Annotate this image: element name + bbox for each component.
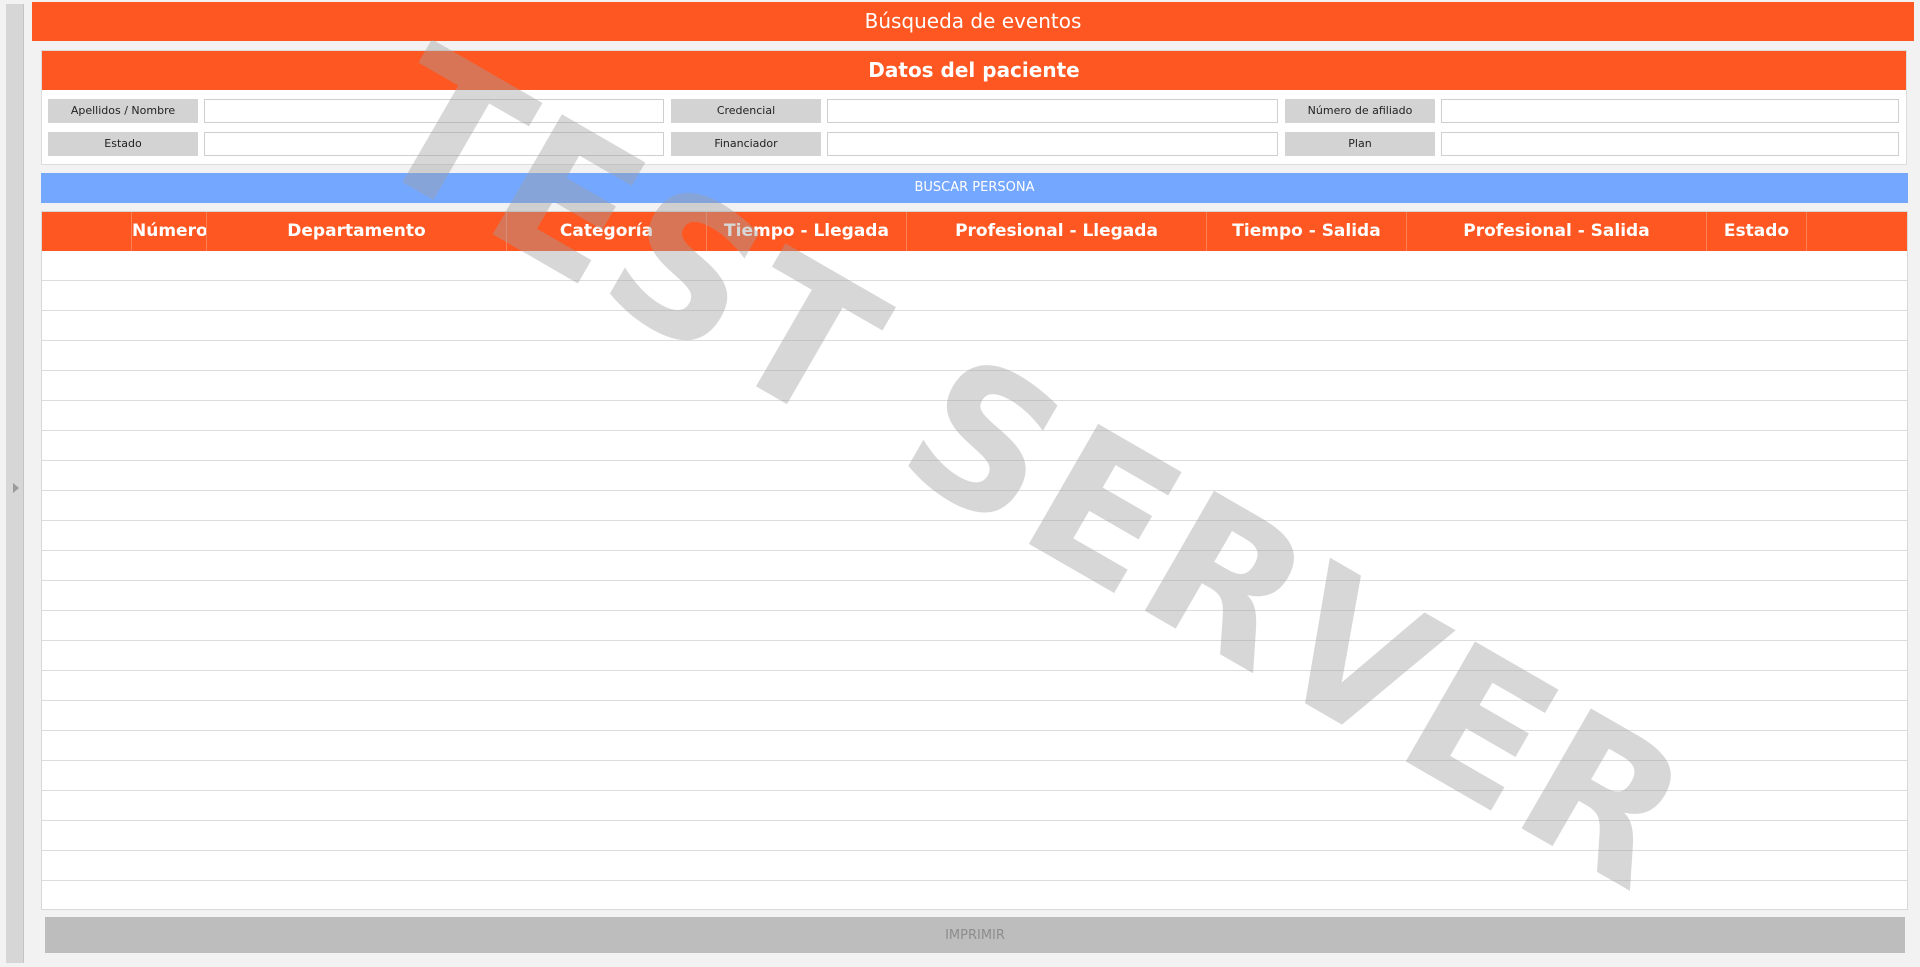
table-row[interactable]	[42, 671, 1907, 701]
sidebar-toggle[interactable]	[6, 4, 24, 963]
column-header-tiempo-salida[interactable]: Tiempo - Salida	[1207, 212, 1407, 251]
field-label-nombre: Apellidos / Nombre	[48, 99, 198, 123]
column-header-estado[interactable]: Estado	[1707, 212, 1807, 251]
field-label-plan: Plan	[1285, 132, 1435, 156]
table-row[interactable]	[42, 731, 1907, 761]
table-header: Número Departamento Categoría Tiempo - L…	[42, 212, 1907, 251]
column-header-extra[interactable]	[1807, 212, 1907, 251]
table-row[interactable]	[42, 491, 1907, 521]
column-header-profesional-salida[interactable]: Profesional - Salida	[1407, 212, 1707, 251]
page-title: Búsqueda de eventos	[32, 2, 1914, 41]
column-header-categoria[interactable]: Categoría	[507, 212, 707, 251]
patient-panel-title: Datos del paciente	[42, 51, 1906, 90]
table-row[interactable]	[42, 281, 1907, 311]
table-row[interactable]	[42, 851, 1907, 881]
table-row[interactable]	[42, 611, 1907, 641]
afiliado-input[interactable]	[1441, 99, 1899, 123]
table-row[interactable]	[42, 791, 1907, 821]
table-row[interactable]	[42, 251, 1907, 281]
caret-right-icon	[13, 483, 19, 493]
column-header-tiempo-llegada[interactable]: Tiempo - Llegada	[707, 212, 907, 251]
table-row[interactable]	[42, 401, 1907, 431]
table-row[interactable]	[42, 701, 1907, 731]
table-row[interactable]	[42, 431, 1907, 461]
column-header-profesional-llegada[interactable]: Profesional - Llegada	[907, 212, 1207, 251]
main-content: Búsqueda de eventos Datos del paciente A…	[32, 0, 1920, 967]
nombre-input[interactable]	[204, 99, 664, 123]
table-row[interactable]	[42, 581, 1907, 611]
credencial-input[interactable]	[827, 99, 1278, 123]
financiador-input[interactable]	[827, 132, 1278, 156]
imprimir-button[interactable]: IMPRIMIR	[45, 917, 1905, 953]
events-table: Número Departamento Categoría Tiempo - L…	[41, 211, 1908, 910]
field-label-credencial: Credencial	[671, 99, 821, 123]
table-row[interactable]	[42, 761, 1907, 791]
table-row[interactable]	[42, 641, 1907, 671]
column-header-departamento[interactable]: Departamento	[207, 212, 507, 251]
table-row[interactable]	[42, 461, 1907, 491]
field-label-estado: Estado	[48, 132, 198, 156]
buscar-persona-button[interactable]: BUSCAR PERSONA	[41, 173, 1908, 203]
table-row[interactable]	[42, 311, 1907, 341]
column-header-blank[interactable]	[42, 212, 132, 251]
table-row[interactable]	[42, 821, 1907, 851]
patient-data-panel: Datos del paciente Apellidos / Nombre Cr…	[41, 50, 1907, 165]
field-label-financiador: Financiador	[671, 132, 821, 156]
table-row[interactable]	[42, 371, 1907, 401]
plan-input[interactable]	[1441, 132, 1899, 156]
estado-input[interactable]	[204, 132, 664, 156]
table-row[interactable]	[42, 521, 1907, 551]
table-row[interactable]	[42, 551, 1907, 581]
table-body	[42, 251, 1907, 909]
field-label-afiliado: Número de afiliado	[1285, 99, 1435, 123]
table-row[interactable]	[42, 881, 1907, 909]
table-row[interactable]	[42, 341, 1907, 371]
column-header-numero[interactable]: Número	[132, 212, 207, 251]
